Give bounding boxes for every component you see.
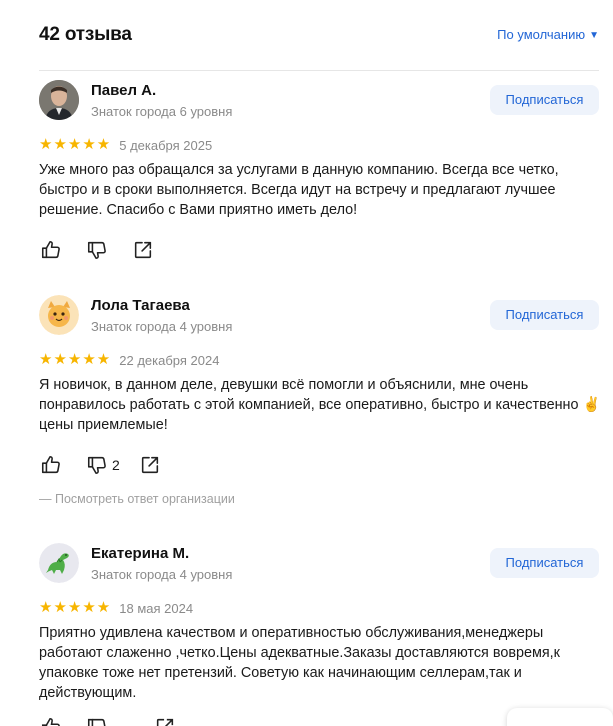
rating-stars: ★★★★★	[39, 351, 112, 368]
thumbs-down-icon[interactable]	[86, 716, 108, 726]
subscribe-button[interactable]: Подписаться	[490, 548, 599, 578]
sort-label: По умолчанию	[497, 27, 586, 42]
review-date: 22 декабря 2024	[119, 352, 220, 368]
dislike-button[interactable]	[85, 238, 109, 262]
review-actions	[39, 238, 155, 262]
author-level: Знаток города 4 уровня	[91, 567, 233, 582]
review-author[interactable]: Екатерина М.	[91, 545, 189, 562]
review-author[interactable]: Павел А.	[91, 82, 156, 99]
review-actions: 2	[39, 453, 162, 477]
reviews-header: 42 отзыва По умолчанию ▼	[39, 22, 599, 50]
review-meta: ★★★★★ 5 декабря 2025	[39, 137, 212, 153]
share-button[interactable]	[131, 238, 155, 262]
sort-dropdown[interactable]: По умолчанию ▼	[497, 27, 599, 42]
avatar[interactable]	[39, 543, 79, 583]
review-card: Лола Тагаева Знаток города 4 уровня Подп…	[39, 295, 600, 515]
author-level: Знаток города 6 уровня	[91, 104, 233, 119]
avatar[interactable]	[39, 295, 79, 335]
review-author[interactable]: Лола Тагаева	[91, 297, 190, 314]
divider	[39, 70, 599, 71]
thumbs-down-icon	[87, 241, 106, 260]
thumbs-up-icon	[41, 240, 60, 259]
review-text: Приятно удивлена качеством и оперативнос…	[39, 625, 560, 701]
review-card: Екатерина М. Знаток города 4 уровня Подп…	[39, 543, 599, 713]
share-button[interactable]	[138, 453, 162, 477]
review-card: Павел А. Знаток города 6 уровня Подписат…	[39, 80, 599, 265]
triangle-down-icon: ▼	[589, 30, 599, 41]
review-text: Уже много раз обращался за услугами в да…	[39, 162, 559, 218]
share-icon	[141, 456, 158, 474]
subscribe-button[interactable]: Подписаться	[490, 300, 599, 330]
view-org-reply-link[interactable]: — Посмотреть ответ организации	[39, 492, 235, 506]
review-date: 18 мая 2024	[119, 600, 194, 616]
avatar[interactable]	[39, 80, 79, 120]
like-button[interactable]	[39, 238, 63, 262]
share-icon	[134, 241, 152, 259]
reviews-count-title: 42 отзыва	[39, 24, 132, 45]
floating-widget-partial[interactable]	[507, 708, 613, 726]
review-date: 5 декабря 2025	[119, 137, 213, 153]
review-meta: ★★★★★ 18 мая 2024	[39, 600, 193, 616]
dislike-button[interactable]	[85, 453, 109, 477]
author-level: Знаток города 4 уровня	[91, 319, 233, 334]
review-text: Я новичок, в данном деле, девушки всё по…	[39, 377, 601, 433]
thumbs-up-icon	[41, 455, 60, 474]
thumbs-down-icon	[87, 456, 106, 475]
rating-stars: ★★★★★	[39, 599, 112, 616]
subscribe-button[interactable]: Подписаться	[490, 85, 599, 115]
thumbs-up-icon[interactable]	[40, 716, 62, 726]
share-icon[interactable]	[154, 716, 176, 726]
review-actions-partial	[39, 713, 239, 726]
review-meta: ★★★★★ 22 декабря 2024	[39, 352, 219, 368]
rating-stars: ★★★★★	[39, 136, 112, 153]
like-button[interactable]	[39, 453, 63, 477]
dislike-count: 2	[112, 457, 120, 473]
